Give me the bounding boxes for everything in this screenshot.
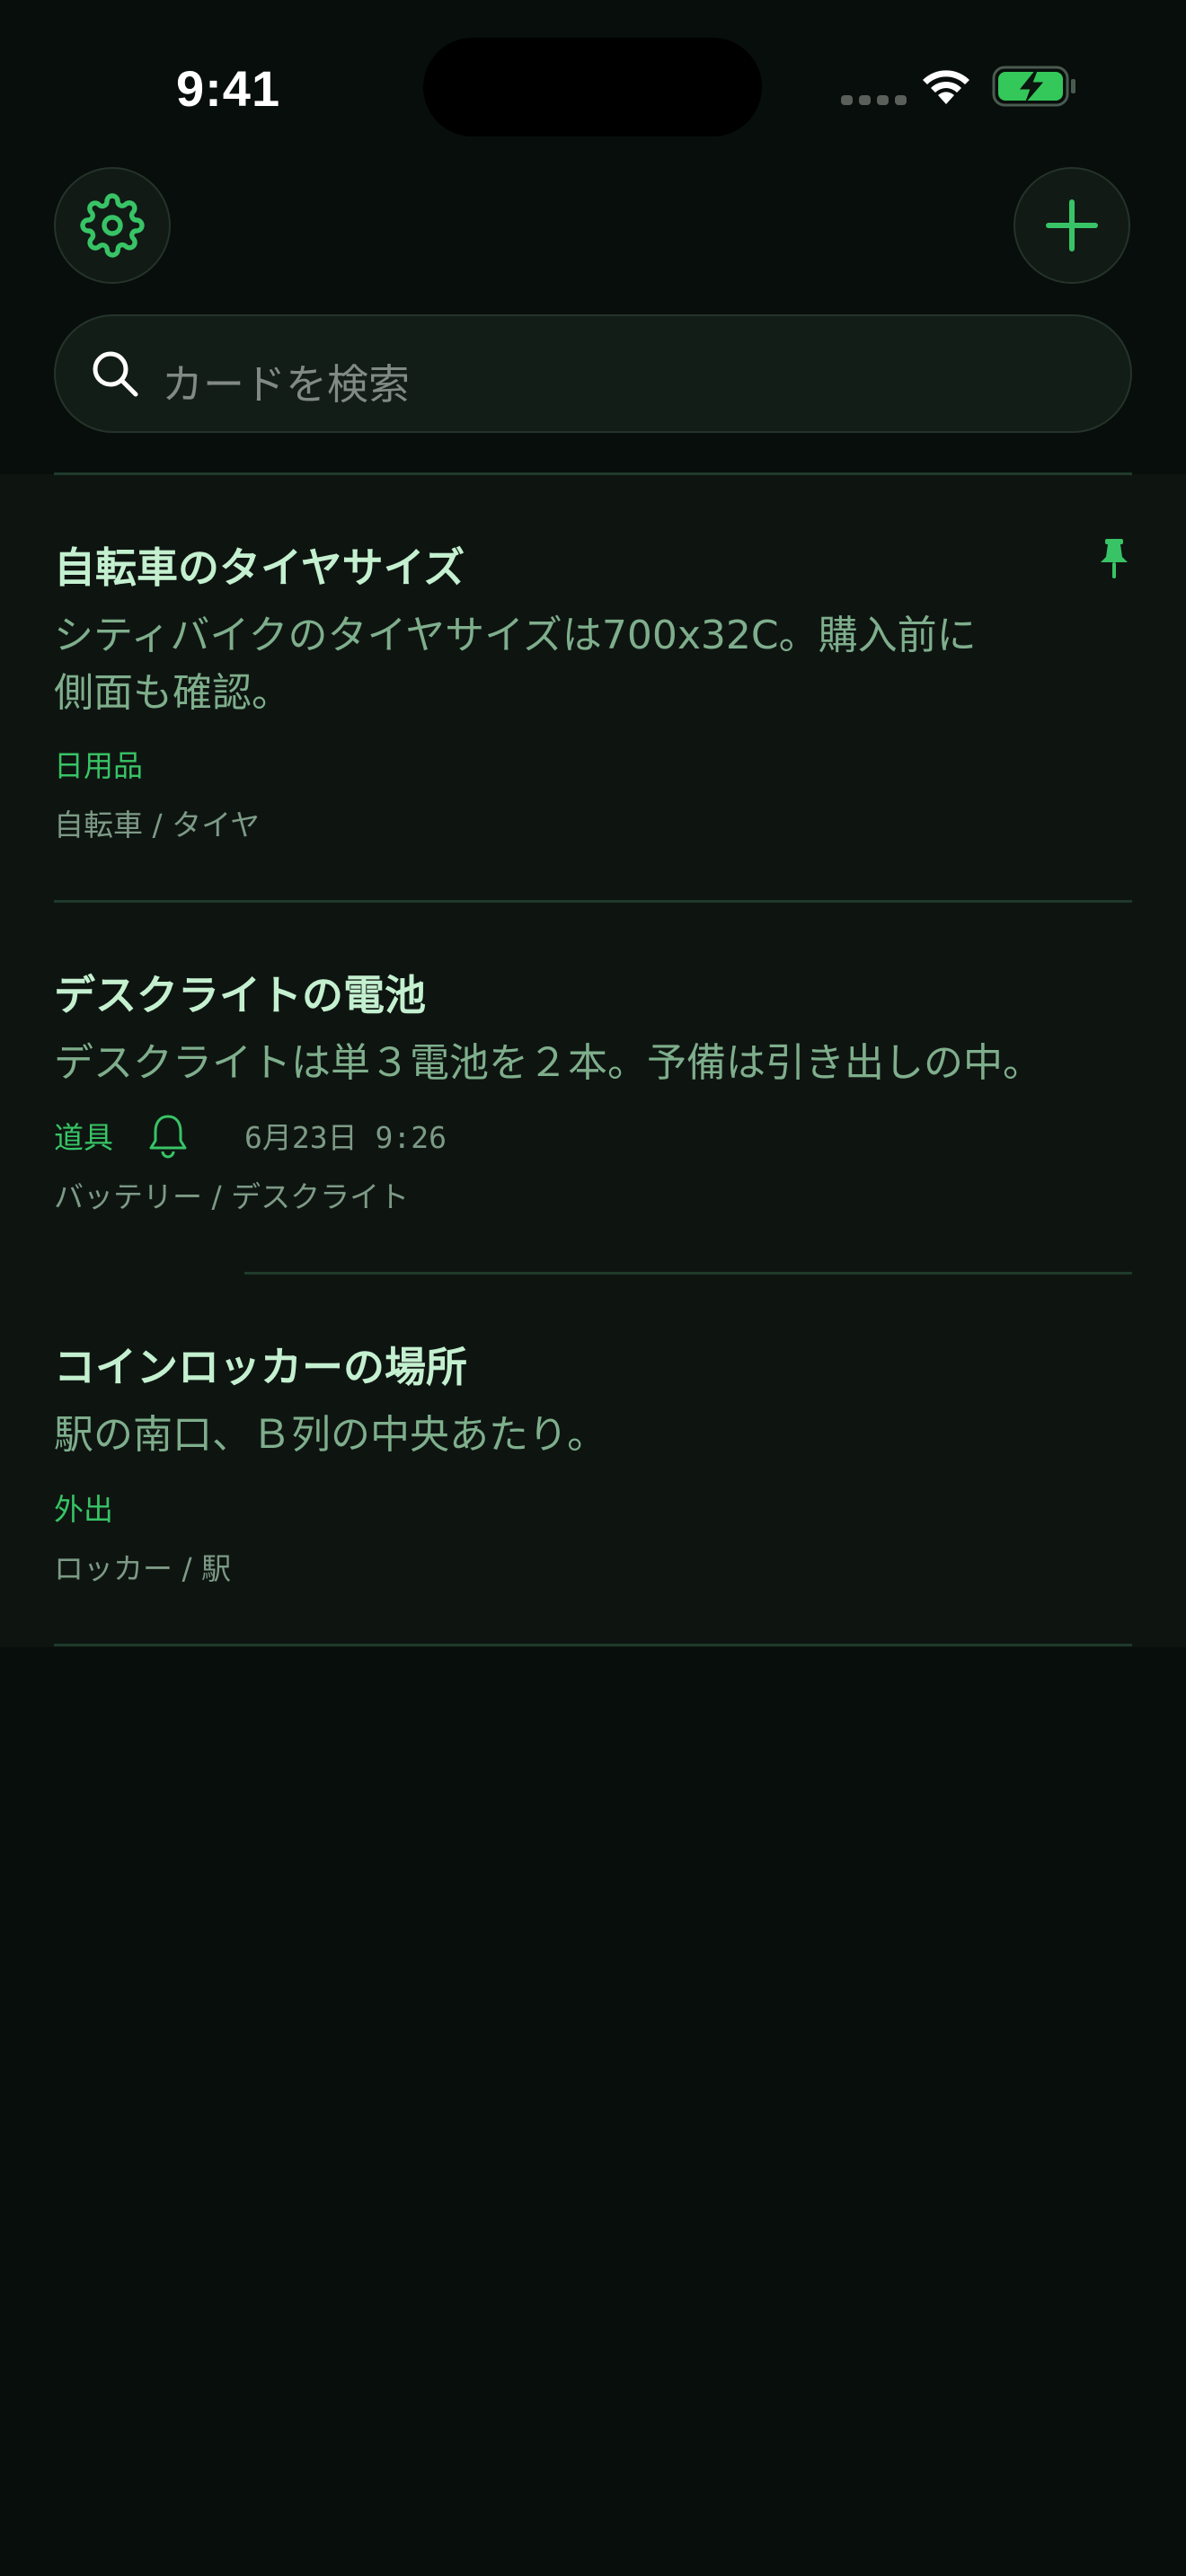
divider — [54, 472, 1132, 475]
card-category: 外出 — [54, 1492, 113, 1527]
card-title: デスクライトの電池 — [54, 971, 426, 1019]
status-time: 9:41 — [176, 60, 281, 117]
divider — [54, 1644, 1132, 1646]
settings-button[interactable] — [54, 167, 171, 284]
search-icon — [93, 351, 138, 397]
search-bar[interactable]: カードを検索 — [54, 314, 1132, 433]
reminder-time: 6月23日 9:26 — [244, 1120, 447, 1155]
pin-icon — [1101, 539, 1128, 578]
card-tags: ロッカー / 駅 — [54, 1551, 232, 1586]
card-item[interactable]: 自転車のタイヤサイズ シティバイクのタイヤサイズは700x32C。購入前に 側面… — [54, 535, 1132, 842]
card-title: 自転車のタイヤサイズ — [54, 543, 465, 592]
card-title: コインロッカーの場所 — [54, 1343, 467, 1391]
card-body: シティバイクのタイヤサイズは700x32C。購入前に 側面も確認。 — [54, 613, 977, 716]
card-tags: 自転車 / タイヤ — [54, 807, 261, 842]
wifi-icon — [923, 70, 969, 104]
divider — [54, 900, 1132, 903]
dynamic-island — [423, 38, 762, 137]
bell-icon — [149, 1115, 187, 1159]
card-item[interactable]: コインロッカーの場所 駅の南口、Ｂ列の中央あたり。 外出 ロッカー / 駅 — [54, 1335, 1132, 1604]
card-body: デスクライトは単３電池を２本。予備は引き出しの中。 — [54, 1040, 1042, 1086]
card-category: 日用品 — [54, 748, 143, 783]
divider — [244, 1272, 1132, 1275]
card-body: 駅の南口、Ｂ列の中央あたり。 — [54, 1412, 607, 1458]
plus-icon — [1046, 199, 1098, 251]
card-category: 道具 — [54, 1120, 113, 1155]
battery-charging-icon — [992, 66, 1075, 107]
gear-icon — [80, 193, 145, 258]
add-card-button[interactable] — [1013, 167, 1130, 284]
card-item[interactable]: デスクライトの電池 デスクライトは単３電池を２本。予備は引き出しの中。 道具 6… — [54, 963, 1132, 1232]
card-tags: バッテリー / デスクライト — [54, 1179, 410, 1214]
cellular-signal-icon — [841, 95, 907, 105]
status-bar: 9:41 — [0, 0, 1186, 171]
search-input[interactable]: カードを検索 — [162, 352, 410, 411]
